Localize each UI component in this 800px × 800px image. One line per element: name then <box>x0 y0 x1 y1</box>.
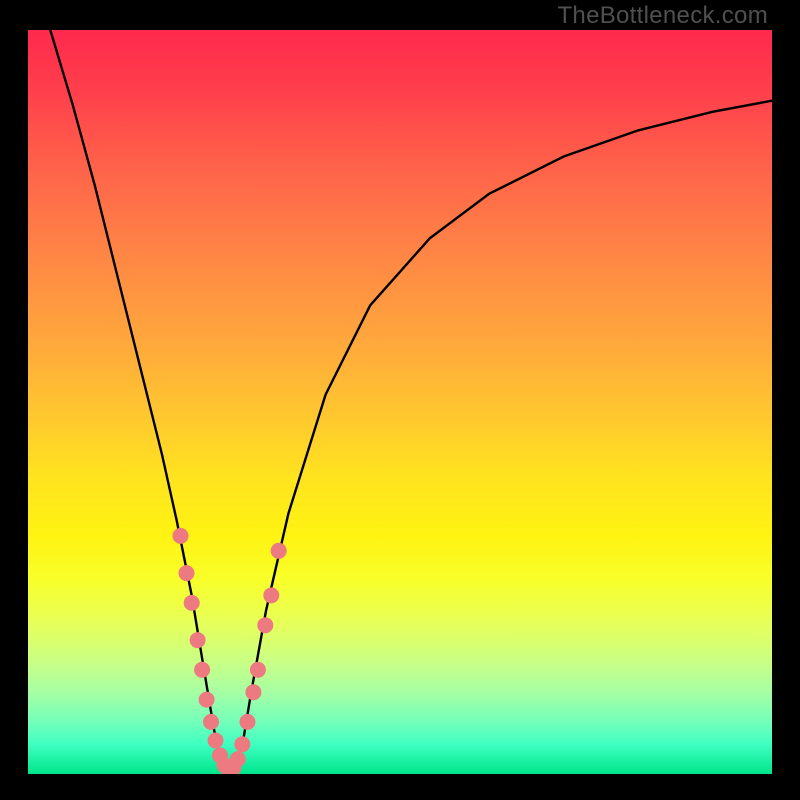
chart-frame <box>28 30 772 774</box>
data-point <box>203 714 219 730</box>
data-point <box>190 632 206 648</box>
bottleneck-curve <box>50 30 772 774</box>
data-point <box>263 587 279 603</box>
data-point <box>245 684 261 700</box>
data-point <box>194 662 210 678</box>
data-point <box>271 543 287 559</box>
data-point <box>250 662 266 678</box>
watermark-text: TheBottleneck.com <box>557 2 768 30</box>
data-point <box>234 736 250 752</box>
data-point <box>230 751 246 767</box>
data-point <box>173 528 189 544</box>
data-point <box>240 714 256 730</box>
data-point <box>257 617 273 633</box>
chart-overlay-svg <box>28 30 772 774</box>
data-point <box>184 595 200 611</box>
data-point-markers <box>173 528 287 774</box>
data-point <box>208 733 224 749</box>
data-point <box>179 565 195 581</box>
data-point <box>199 692 215 708</box>
